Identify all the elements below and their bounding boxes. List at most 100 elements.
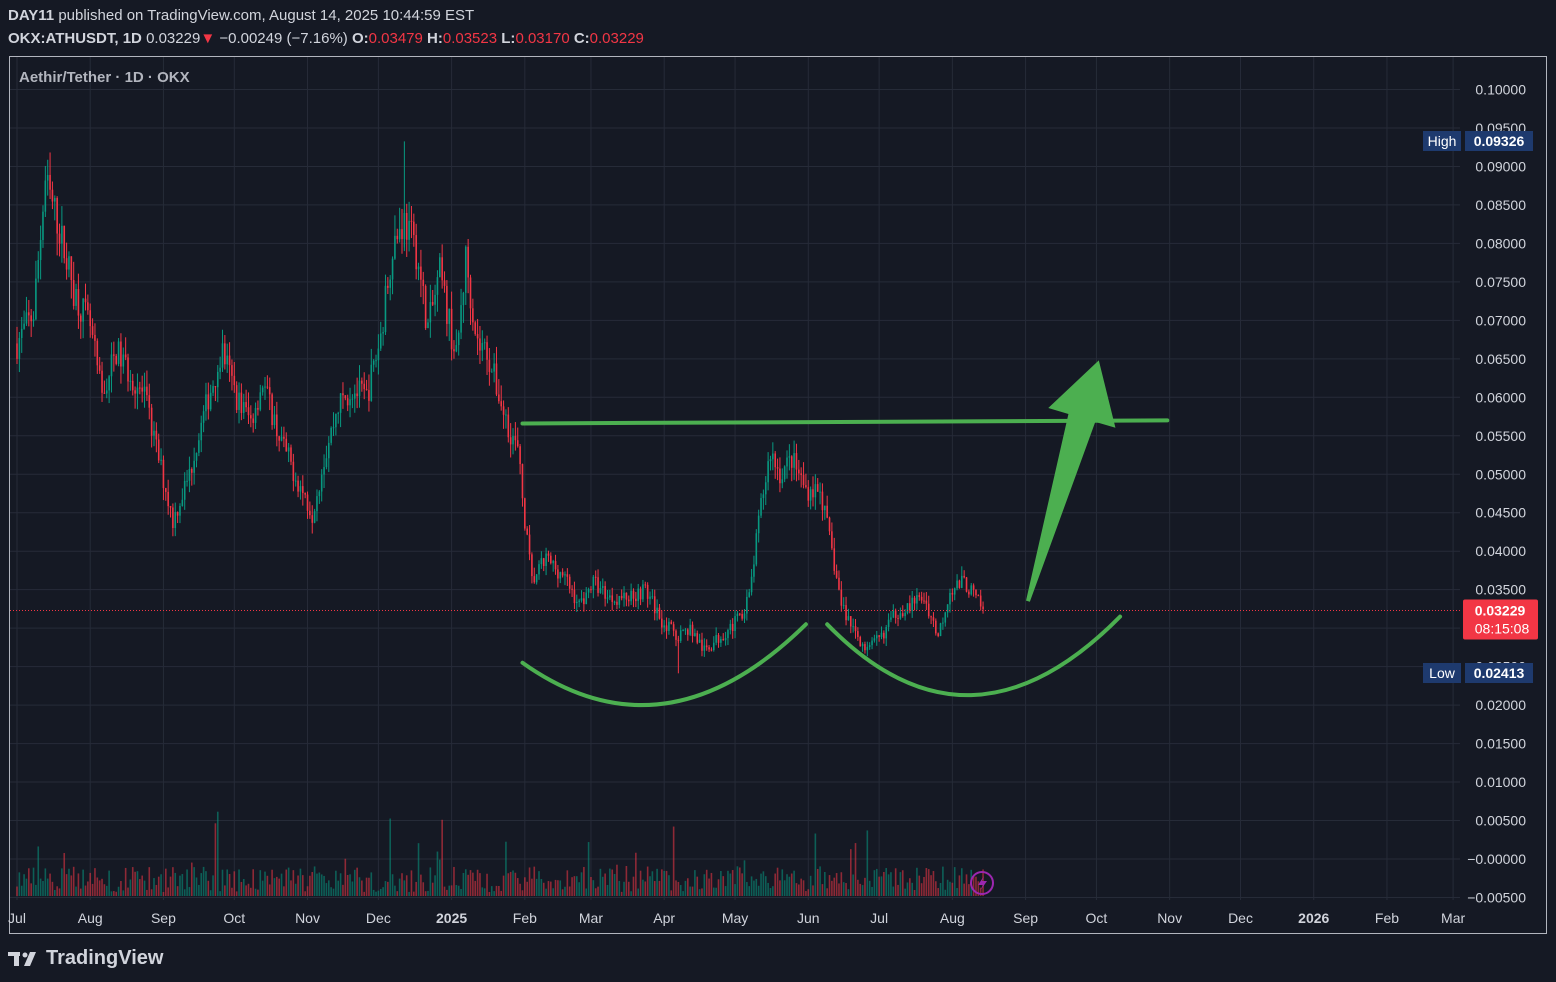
candle-body <box>242 402 245 413</box>
candle-body <box>495 363 498 395</box>
candle-body <box>276 414 278 437</box>
volume-bar <box>819 866 821 896</box>
chart-canvas[interactable]: 0.100000.095000.090000.085000.080000.075… <box>0 0 1556 982</box>
x-tick-label: Dec <box>1228 910 1253 926</box>
volume-bar <box>387 881 389 896</box>
volume-bar <box>904 888 906 896</box>
volume-bar <box>469 870 472 896</box>
candle-body <box>200 422 203 441</box>
candle-body <box>162 459 165 489</box>
candle-body <box>304 493 306 495</box>
candle-body <box>575 601 578 604</box>
tv-logo-icon <box>8 951 36 966</box>
volume-bar <box>859 883 862 896</box>
volume-bar <box>802 880 805 896</box>
volume-bar <box>687 878 689 896</box>
volume-bar <box>762 871 765 896</box>
volume-bar <box>271 869 273 896</box>
volume-bar <box>946 879 949 896</box>
volume-bar <box>604 873 606 896</box>
candle-body <box>696 633 699 643</box>
candle-body <box>547 553 550 556</box>
candle-body <box>207 394 210 410</box>
volume-bar <box>209 890 212 896</box>
candle-body <box>606 597 609 599</box>
volume-bar <box>427 890 429 896</box>
candle-body <box>904 612 906 617</box>
candle-body <box>897 617 899 619</box>
volume-bar <box>505 841 507 896</box>
candle-body <box>65 258 68 270</box>
y-tick-label: 0.06000 <box>1475 389 1526 405</box>
candle-body <box>859 636 862 647</box>
candle-body <box>505 414 507 416</box>
candle-body <box>564 574 566 576</box>
candle-body <box>61 225 63 244</box>
candle-body <box>91 326 94 335</box>
volume-bar <box>871 886 873 896</box>
y-tick-label: 0.04500 <box>1475 505 1526 521</box>
volume-bar <box>524 877 526 896</box>
volume-bar <box>190 862 193 896</box>
volume-bar <box>264 871 266 896</box>
candle-body <box>727 630 729 639</box>
volume-bar <box>446 889 448 896</box>
candle-body <box>656 607 658 614</box>
volume-bar <box>805 891 807 896</box>
volume-bar <box>401 873 403 896</box>
volume-bar <box>172 867 174 896</box>
candle-body <box>75 288 77 306</box>
candle-body <box>391 258 394 280</box>
volume-bar <box>186 869 188 896</box>
candle-body <box>377 348 380 361</box>
candle-body <box>703 645 706 651</box>
volume-bar <box>353 869 356 896</box>
volume-bar <box>951 882 954 896</box>
candle-body <box>233 375 236 386</box>
volume-bar <box>122 890 125 896</box>
candle-body <box>429 302 432 323</box>
volume-bar <box>828 875 831 896</box>
candle-body <box>781 479 784 484</box>
candle-body <box>79 315 82 322</box>
candle-body <box>96 340 99 366</box>
volume-bar <box>776 867 779 896</box>
volume-bar <box>297 875 299 896</box>
candle-body <box>441 257 443 281</box>
candle-body <box>701 639 703 651</box>
volume-bar <box>422 882 425 896</box>
volume-bar <box>741 873 743 896</box>
candle-body <box>254 408 257 423</box>
volume-bar <box>547 881 550 896</box>
volume-bar <box>365 877 368 896</box>
y-tick-label: 0.04000 <box>1475 543 1526 559</box>
candle-body <box>327 442 330 459</box>
volume-bar <box>306 886 309 896</box>
volume-bar <box>963 883 965 896</box>
volume-bar <box>916 867 918 896</box>
candle-body <box>649 596 651 599</box>
volume-bar <box>214 823 217 896</box>
candle-body <box>672 624 675 631</box>
candle-body <box>353 393 356 399</box>
volume-bar <box>594 888 597 896</box>
volume-bar <box>101 878 103 896</box>
volume-bar <box>913 890 916 896</box>
volume-bar <box>195 877 198 896</box>
volume-bar <box>663 870 665 896</box>
volume-bar <box>460 889 462 896</box>
candle-body <box>58 233 61 244</box>
volume-bar <box>89 872 92 896</box>
candle-body <box>228 355 231 366</box>
volume-bar <box>240 881 243 896</box>
candle-body <box>306 494 309 511</box>
volume-bar <box>857 879 859 896</box>
volume-bar <box>644 881 647 896</box>
volume-bar <box>953 867 956 896</box>
candle-body <box>462 292 465 306</box>
volume-bar <box>835 873 838 896</box>
x-tick-label: Aug <box>78 910 103 926</box>
candle-body <box>212 386 214 393</box>
volume-bar <box>273 878 276 896</box>
volume-bar <box>103 884 106 896</box>
